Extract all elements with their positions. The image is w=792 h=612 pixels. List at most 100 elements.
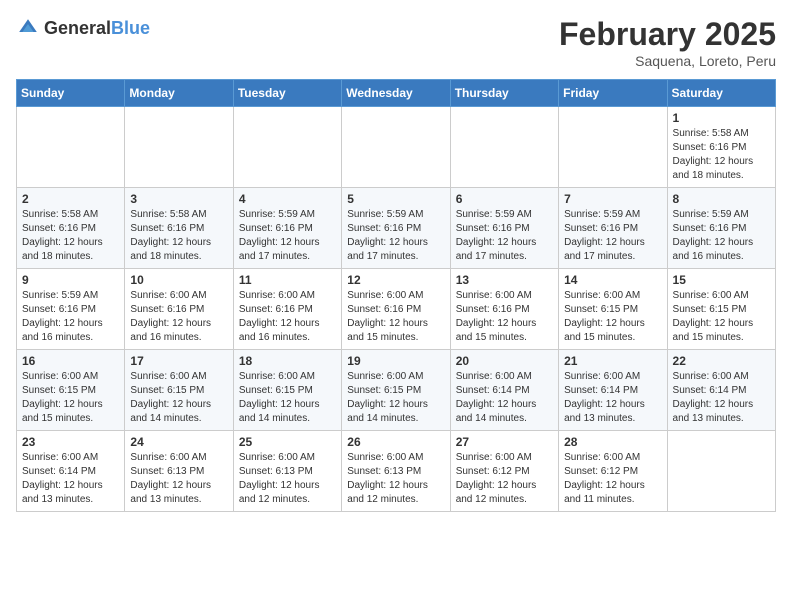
calendar-cell: 7 Sunrise: 5:59 AMSunset: 6:16 PMDaylight…	[559, 188, 667, 269]
calendar-cell: 9 Sunrise: 5:59 AMSunset: 6:16 PMDaylight…	[17, 269, 125, 350]
day-info: Sunrise: 5:59 AMSunset: 6:16 PMDaylight:…	[22, 289, 119, 345]
weekday-header-sunday: Sunday	[17, 80, 125, 107]
day-number: 3	[130, 192, 227, 206]
day-info: Sunrise: 6:00 AMSunset: 6:15 PMDaylight:…	[239, 370, 336, 426]
day-info: Sunrise: 5:58 AMSunset: 6:16 PMDaylight:…	[673, 127, 770, 183]
logo-blue: Blue	[111, 18, 150, 38]
calendar-cell: 12 Sunrise: 6:00 AMSunset: 6:16 PMDayligh…	[342, 269, 450, 350]
calendar-cell: 10 Sunrise: 6:00 AMSunset: 6:16 PMDayligh…	[125, 269, 233, 350]
day-number: 15	[673, 273, 770, 287]
day-info: Sunrise: 5:59 AMSunset: 6:16 PMDaylight:…	[673, 208, 770, 264]
calendar-week-4: 16 Sunrise: 6:00 AMSunset: 6:15 PMDayligh…	[17, 350, 776, 431]
day-number: 17	[130, 354, 227, 368]
day-number: 8	[673, 192, 770, 206]
title-block: February 2025 Saquena, Loreto, Peru	[559, 16, 776, 69]
calendar-cell	[233, 107, 341, 188]
day-number: 5	[347, 192, 444, 206]
calendar-week-2: 2 Sunrise: 5:58 AMSunset: 6:16 PMDaylight…	[17, 188, 776, 269]
calendar-cell: 13 Sunrise: 6:00 AMSunset: 6:16 PMDayligh…	[450, 269, 558, 350]
calendar-cell: 24Sunrise: 6:00 AMSunset: 6:13 PMDayligh…	[125, 431, 233, 512]
day-info: Sunrise: 6:00 AMSunset: 6:14 PMDaylight:…	[456, 370, 553, 426]
day-number: 18	[239, 354, 336, 368]
calendar-cell: 8 Sunrise: 5:59 AMSunset: 6:16 PMDaylight…	[667, 188, 775, 269]
day-number: 2	[22, 192, 119, 206]
weekday-header-wednesday: Wednesday	[342, 80, 450, 107]
day-info: Sunrise: 6:00 AMSunset: 6:14 PMDaylight:…	[564, 370, 661, 426]
day-number: 10	[130, 273, 227, 287]
logo-icon	[16, 16, 40, 40]
day-info: Sunrise: 6:00 AMSunset: 6:14 PMDaylight:…	[673, 370, 770, 426]
calendar-week-1: 1 Sunrise: 5:58 AMSunset: 6:16 PMDaylight…	[17, 107, 776, 188]
day-info: Sunrise: 6:00 AMSunset: 6:13 PMDaylight:…	[347, 451, 444, 507]
calendar-cell: 21 Sunrise: 6:00 AMSunset: 6:14 PMDayligh…	[559, 350, 667, 431]
calendar-cell: 26Sunrise: 6:00 AMSunset: 6:13 PMDayligh…	[342, 431, 450, 512]
day-number: 20	[456, 354, 553, 368]
day-info: Sunrise: 5:59 AMSunset: 6:16 PMDaylight:…	[564, 208, 661, 264]
day-info: Sunrise: 6:00 AMSunset: 6:15 PMDaylight:…	[347, 370, 444, 426]
calendar-cell: 16 Sunrise: 6:00 AMSunset: 6:15 PMDayligh…	[17, 350, 125, 431]
calendar-cell: 22Sunrise: 6:00 AMSunset: 6:14 PMDayligh…	[667, 350, 775, 431]
calendar-cell: 20 Sunrise: 6:00 AMSunset: 6:14 PMDayligh…	[450, 350, 558, 431]
day-info: Sunrise: 6:00 AMSunset: 6:15 PMDaylight:…	[673, 289, 770, 345]
day-number: 21	[564, 354, 661, 368]
day-number: 11	[239, 273, 336, 287]
day-number: 1	[673, 111, 770, 125]
day-info: Sunrise: 6:00 AMSunset: 6:12 PMDaylight:…	[564, 451, 661, 507]
weekday-header-tuesday: Tuesday	[233, 80, 341, 107]
calendar-cell: 3 Sunrise: 5:58 AMSunset: 6:16 PMDaylight…	[125, 188, 233, 269]
day-info: Sunrise: 6:00 AMSunset: 6:13 PMDaylight:…	[130, 451, 227, 507]
calendar-cell	[17, 107, 125, 188]
page-header: GeneralBlue February 2025 Saquena, Loret…	[16, 16, 776, 69]
day-number: 7	[564, 192, 661, 206]
calendar-cell: 19 Sunrise: 6:00 AMSunset: 6:15 PMDayligh…	[342, 350, 450, 431]
calendar-cell: 11 Sunrise: 6:00 AMSunset: 6:16 PMDayligh…	[233, 269, 341, 350]
day-info: Sunrise: 6:00 AMSunset: 6:14 PMDaylight:…	[22, 451, 119, 507]
day-number: 19	[347, 354, 444, 368]
calendar-week-5: 23 Sunrise: 6:00 AMSunset: 6:14 PMDayligh…	[17, 431, 776, 512]
day-number: 23	[22, 435, 119, 449]
calendar-cell: 2 Sunrise: 5:58 AMSunset: 6:16 PMDaylight…	[17, 188, 125, 269]
calendar-cell: 14Sunrise: 6:00 AMSunset: 6:15 PMDayligh…	[559, 269, 667, 350]
day-info: Sunrise: 6:00 AMSunset: 6:15 PMDaylight:…	[22, 370, 119, 426]
month-year-title: February 2025	[559, 16, 776, 53]
weekday-header-friday: Friday	[559, 80, 667, 107]
weekday-header-saturday: Saturday	[667, 80, 775, 107]
day-info: Sunrise: 6:00 AMSunset: 6:16 PMDaylight:…	[130, 289, 227, 345]
day-info: Sunrise: 5:58 AMSunset: 6:16 PMDaylight:…	[130, 208, 227, 264]
calendar-cell: 1 Sunrise: 5:58 AMSunset: 6:16 PMDaylight…	[667, 107, 775, 188]
day-number: 27	[456, 435, 553, 449]
day-info: Sunrise: 6:00 AMSunset: 6:12 PMDaylight:…	[456, 451, 553, 507]
day-number: 12	[347, 273, 444, 287]
calendar-cell: 23 Sunrise: 6:00 AMSunset: 6:14 PMDayligh…	[17, 431, 125, 512]
calendar-cell	[559, 107, 667, 188]
calendar-cell: 27 Sunrise: 6:00 AMSunset: 6:12 PMDayligh…	[450, 431, 558, 512]
calendar-cell: 6Sunrise: 5:59 AMSunset: 6:16 PMDaylight…	[450, 188, 558, 269]
day-number: 16	[22, 354, 119, 368]
day-info: Sunrise: 5:59 AMSunset: 6:16 PMDaylight:…	[347, 208, 444, 264]
day-info: Sunrise: 6:00 AMSunset: 6:13 PMDaylight:…	[239, 451, 336, 507]
calendar-cell: 4Sunrise: 5:59 AMSunset: 6:16 PMDaylight…	[233, 188, 341, 269]
calendar-cell	[450, 107, 558, 188]
day-number: 13	[456, 273, 553, 287]
calendar-cell	[342, 107, 450, 188]
logo-text: GeneralBlue	[44, 18, 150, 39]
day-info: Sunrise: 6:00 AMSunset: 6:16 PMDaylight:…	[347, 289, 444, 345]
weekday-header-monday: Monday	[125, 80, 233, 107]
day-info: Sunrise: 5:59 AMSunset: 6:16 PMDaylight:…	[456, 208, 553, 264]
day-info: Sunrise: 6:00 AMSunset: 6:16 PMDaylight:…	[239, 289, 336, 345]
calendar-cell: 25 Sunrise: 6:00 AMSunset: 6:13 PMDayligh…	[233, 431, 341, 512]
weekday-header-thursday: Thursday	[450, 80, 558, 107]
day-info: Sunrise: 6:00 AMSunset: 6:15 PMDaylight:…	[564, 289, 661, 345]
day-info: Sunrise: 6:00 AMSunset: 6:15 PMDaylight:…	[130, 370, 227, 426]
calendar-table: SundayMondayTuesdayWednesdayThursdayFrid…	[16, 79, 776, 512]
day-info: Sunrise: 5:59 AMSunset: 6:16 PMDaylight:…	[239, 208, 336, 264]
calendar-cell: 28Sunrise: 6:00 AMSunset: 6:12 PMDayligh…	[559, 431, 667, 512]
day-number: 9	[22, 273, 119, 287]
day-info: Sunrise: 5:58 AMSunset: 6:16 PMDaylight:…	[22, 208, 119, 264]
day-info: Sunrise: 6:00 AMSunset: 6:16 PMDaylight:…	[456, 289, 553, 345]
day-number: 25	[239, 435, 336, 449]
calendar-cell: 5 Sunrise: 5:59 AMSunset: 6:16 PMDaylight…	[342, 188, 450, 269]
calendar-header-row: SundayMondayTuesdayWednesdayThursdayFrid…	[17, 80, 776, 107]
calendar-cell: 18 Sunrise: 6:00 AMSunset: 6:15 PMDayligh…	[233, 350, 341, 431]
logo: GeneralBlue	[16, 16, 150, 40]
